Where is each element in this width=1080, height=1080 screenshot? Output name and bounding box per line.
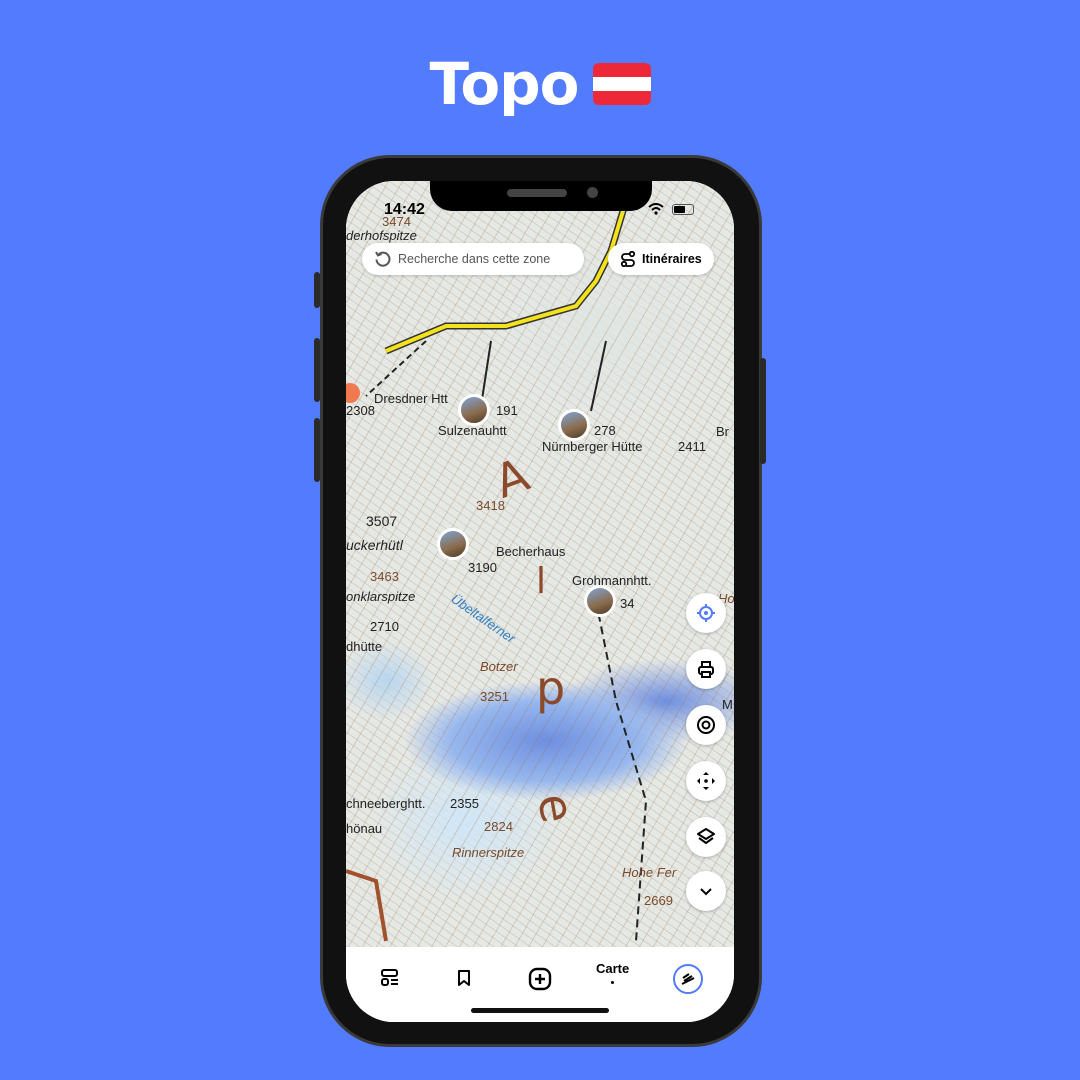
map-label: Botzer <box>480 659 518 674</box>
profile-avatar-icon <box>673 964 703 994</box>
title-text: Topo <box>429 50 579 118</box>
tab-map-label: Carte <box>596 961 630 976</box>
print-icon <box>698 661 714 678</box>
print-button[interactable] <box>686 649 726 689</box>
map-label: Br <box>716 424 729 439</box>
poi-photo-marker[interactable] <box>558 409 590 441</box>
route-icon <box>620 251 636 267</box>
move-icon <box>697 772 715 790</box>
map-label: 3463 <box>370 569 399 584</box>
map-label: 2308 <box>346 403 375 418</box>
chevron-down-icon <box>700 888 712 896</box>
layers-icon <box>697 828 715 845</box>
map-label: 191 <box>496 403 518 418</box>
active-dot <box>611 981 615 984</box>
status-icons <box>648 203 694 215</box>
map-label: 2411 <box>678 439 706 454</box>
app-screen: 3474 derhofspitze Dresdner Htt 2308 Sulz… <box>346 181 734 1022</box>
bookmark-icon <box>458 970 470 986</box>
tab-profile[interactable] <box>673 964 703 994</box>
map-label: 278 <box>594 423 616 438</box>
collapse-button[interactable] <box>686 871 726 911</box>
map-label: Rinnerspitze <box>452 845 525 860</box>
layers-button[interactable] <box>686 817 726 857</box>
map-label: Nürnberger Hütte <box>542 439 643 454</box>
search-zone-label: Recherche dans cette zone <box>398 252 551 266</box>
tab-add[interactable] <box>528 967 552 991</box>
target-icon <box>697 716 715 734</box>
power-button <box>760 358 766 464</box>
move-button[interactable] <box>686 761 726 801</box>
map-label: 3251 <box>480 689 509 704</box>
tab-map[interactable]: Carte <box>596 961 629 984</box>
battery-icon <box>672 203 694 215</box>
refresh-icon <box>375 251 391 267</box>
target-button[interactable] <box>686 705 726 745</box>
map-label: Becherhaus <box>496 544 566 559</box>
home-indicator <box>471 1008 609 1013</box>
itineraries-label: Itinéraires <box>642 252 702 266</box>
locate-icon <box>697 604 715 622</box>
itineraries-button[interactable]: Itinéraires <box>608 243 714 275</box>
tab-feed[interactable] <box>380 969 400 987</box>
notch <box>430 181 652 211</box>
volume-up-button <box>314 338 320 402</box>
wifi-icon <box>648 203 664 215</box>
map-label: derhofspitze <box>346 228 417 243</box>
feed-icon <box>381 969 398 986</box>
add-icon <box>528 967 552 991</box>
locate-button[interactable] <box>686 593 726 633</box>
map-label: onklarspitze <box>346 589 416 604</box>
map-label: 2710 <box>370 619 399 634</box>
map-label: 2669 <box>644 893 673 908</box>
status-time: 14:42 <box>384 201 425 218</box>
map-label: Dresdner Htt <box>374 391 448 406</box>
map-label: uckerhütl <box>346 537 403 553</box>
map-label: Grohmannhtt. <box>572 573 652 588</box>
volume-down-button <box>314 418 320 482</box>
map-label: 2824 <box>484 819 513 834</box>
map-label: 3507 <box>366 513 398 529</box>
austria-flag-icon <box>592 63 651 105</box>
map-label: hönau <box>346 821 383 836</box>
poi-photo-marker[interactable] <box>584 585 616 617</box>
tab-saved[interactable] <box>456 969 472 987</box>
map-label: 3190 <box>468 560 497 575</box>
tab-bar: Carte <box>346 947 734 1022</box>
map-label: Hohe Fer <box>622 865 677 880</box>
map-label: dhütte <box>346 639 383 654</box>
search-zone-button[interactable]: Recherche dans cette zone <box>362 243 584 275</box>
mute-switch <box>314 272 320 308</box>
map-label: 2355 <box>450 796 479 811</box>
map-label: 34 <box>620 596 635 611</box>
map-label: l <box>536 561 547 602</box>
poi-photo-marker[interactable] <box>437 528 469 560</box>
map-label: chneeberghtt. <box>346 796 426 811</box>
map-label: 3418 <box>476 498 505 513</box>
app-title: Topo <box>0 50 1080 118</box>
poi-photo-marker[interactable] <box>458 394 490 426</box>
map-label: p <box>536 661 566 715</box>
map-label: M <box>722 697 733 712</box>
